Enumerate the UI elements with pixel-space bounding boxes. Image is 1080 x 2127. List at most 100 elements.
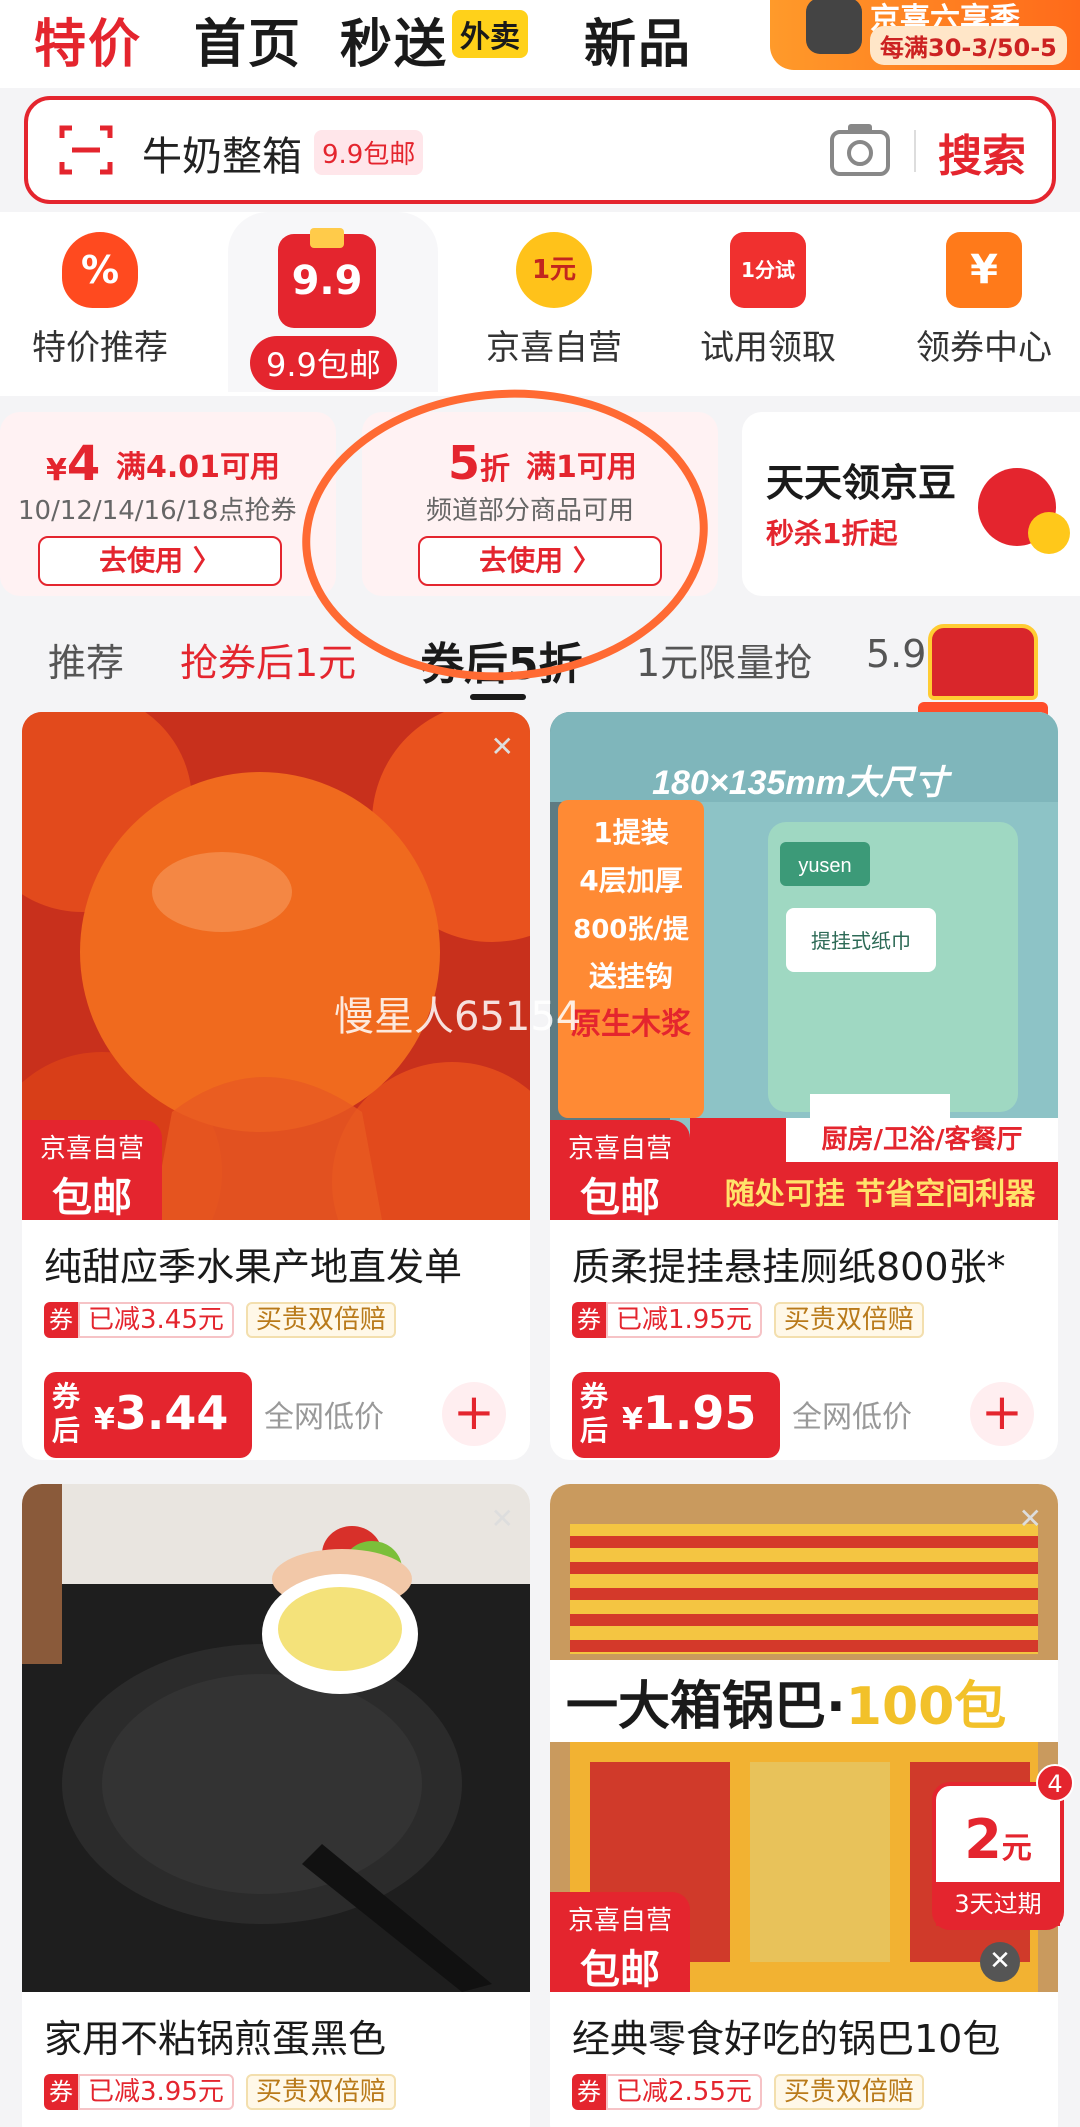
discount-tag: 已减3.45元 <box>78 1302 234 1338</box>
tab-new[interactable]: 新品 <box>584 2 692 77</box>
percent-fire-icon: % <box>62 232 138 308</box>
search-button[interactable]: 搜索 <box>938 120 1026 184</box>
product-title: 家用不粘锅煎蛋黑色 <box>44 2017 387 2061</box>
close-floating-coupon-icon[interactable]: ✕ <box>980 1942 1020 1982</box>
product-card[interactable]: ✕ 京喜自营 包邮 纯甜应季水果产地直发单 券已减3.45元 买贵双倍赔 券后 ¥… <box>22 712 530 1460</box>
category-label: 领券中心 <box>916 328 1052 368</box>
nine-nine-gift-icon[interactable]: 9.9 <box>278 228 376 328</box>
coupon-card[interactable]: ¥4 满4.01可用 10/12/14/16/18点抢券 去使用 〉 <box>0 412 336 596</box>
product-tags: 券已减2.55元 买贵双倍赔 <box>572 2074 924 2114</box>
add-to-cart-button[interactable]: + <box>970 1382 1034 1446</box>
waimai-tag: 外卖 <box>452 10 528 58</box>
price-box: 券后 ¥1.95 <box>572 1372 780 1458</box>
discount-tag: 已减2.55元 <box>606 2074 762 2110</box>
page: 特价 首页 秒送 外卖 新品 京喜六享季 每满30-3/50-5 牛奶整箱 9.… <box>0 0 1080 2127</box>
self-operated-badge: 京喜自营 包邮 <box>550 1120 690 1221</box>
close-icon[interactable]: ✕ <box>1019 1502 1042 1535</box>
category-label: 京喜自营 <box>486 328 622 368</box>
price-box: 券后 ¥3.44 <box>44 1372 252 1458</box>
floating-coupon[interactable]: 2元 3天过期 4 <box>932 1764 1074 1930</box>
promo-rule: 每满30-3/50-5 <box>870 26 1067 65</box>
promo-banner[interactable]: 京喜六享季 每满30-3/50-5 <box>770 0 1080 70</box>
product-title: 质柔提挂悬挂厕纸800张* <box>572 1245 1006 1289</box>
floating-coupon-count: 4 <box>1036 1764 1074 1802</box>
search-bar[interactable]: 牛奶整箱 9.9包邮 搜索 <box>24 96 1056 204</box>
after-coupon-label: 券后 <box>580 1380 609 1447</box>
coupon-tag-icon: 券 <box>44 1302 78 1338</box>
product-image-text: 180×135mm大尺寸 <box>652 764 953 802</box>
coupon-tag-icon: 券 <box>572 1302 606 1338</box>
lowest-price-label: 全网低价 <box>792 1400 912 1435</box>
product-image-text: 随处可挂 节省空间利器 <box>725 1177 1036 1212</box>
price-guarantee-tag: 买贵双倍赔 <box>245 2074 396 2110</box>
product-image-text: 1提装 <box>593 816 668 849</box>
close-icon[interactable]: ✕ <box>491 730 514 763</box>
lowest-price-label: 全网低价 <box>264 1400 384 1435</box>
camera-icon[interactable] <box>828 120 892 180</box>
robot-mascot-icon <box>806 0 862 54</box>
top-nav: 特价 首页 秒送 外卖 新品 京喜六享季 每满30-3/50-5 <box>0 0 1080 88</box>
self-operated-badge: 京喜自营 包邮 <box>550 1892 690 1993</box>
trial-bag-icon: 1分试 <box>730 232 806 308</box>
after-coupon-label: 券后 <box>52 1380 81 1447</box>
product-tags: 券已减3.45元 买贵双倍赔 <box>44 1302 396 1342</box>
product-tags: 券已减1.95元 买贵双倍赔 <box>572 1302 924 1342</box>
scan-icon[interactable] <box>58 122 114 178</box>
floating-coupon-expiry: 3天过期 <box>936 1882 1060 1926</box>
category-label: 试用领取 <box>700 328 836 368</box>
close-icon[interactable]: ✕ <box>491 1502 514 1535</box>
use-coupon-button[interactable]: 去使用 〉 <box>38 536 282 586</box>
price-guarantee-tag: 买贵双倍赔 <box>773 2074 924 2110</box>
jd-beans-subtitle: 秒杀1折起 <box>766 517 898 550</box>
price-guarantee-tag: 买贵双倍赔 <box>773 1302 924 1338</box>
active-tab-underline <box>470 694 526 700</box>
search-input[interactable]: 牛奶整箱 <box>142 124 302 182</box>
category-nine-nine[interactable]: 9.9包邮 <box>250 336 397 390</box>
category-coupon-center[interactable]: ¥ 领券中心 <box>884 232 1080 369</box>
product-image <box>22 1484 530 1992</box>
product-price: ¥1.95 <box>622 1386 757 1440</box>
discount-tag: 已减1.95元 <box>606 1302 762 1338</box>
treasure-box <box>928 624 1038 700</box>
product-image-text: 提挂式纸巾 <box>811 929 911 953</box>
product-image-text: 一大箱锅巴·100包 <box>566 1677 1006 1737</box>
watermark-text: 慢星人65154 <box>334 994 582 1040</box>
category-tejia-tuijian[interactable]: % 特价推荐 <box>0 232 200 369</box>
jd-beans-card[interactable]: 天天领京豆 秒杀1折起 <box>742 412 1080 596</box>
product-image-text: 厨房/卫浴/客餐厅 <box>822 1124 1023 1155</box>
product-image-text: yusen <box>798 855 851 877</box>
coupon-wallet-icon: ¥ <box>946 232 1022 308</box>
search-query-badge: 9.9包邮 <box>314 130 424 175</box>
product-image-text: 原生木浆 <box>571 1007 691 1042</box>
coupon-tag-icon: 券 <box>572 2074 606 2110</box>
one-yuan-badge-icon: 1元 <box>516 232 592 308</box>
category-label: 特价推荐 <box>32 328 168 368</box>
product-image-text: 800张/提 <box>573 915 690 945</box>
price-guarantee-tag: 买贵双倍赔 <box>245 1302 396 1338</box>
product-tags: 券已减3.95元 买贵双倍赔 <box>44 2074 396 2114</box>
filter-tab-recommend[interactable]: 推荐 <box>48 632 124 687</box>
filter-tab-one-yuan-limited[interactable]: 1元限量抢 <box>636 632 812 687</box>
search-divider <box>914 130 916 172</box>
category-bar: % 特价推荐 9.9 9.9包邮 1元 京喜自营 1分试 试用领取 ¥ 领券中心 <box>0 212 1080 396</box>
product-image-text: 4层加厚 <box>579 864 682 897</box>
coupon-amount: ¥4 <box>46 436 101 492</box>
product-title: 纯甜应季水果产地直发单 <box>44 1245 463 1289</box>
tab-tejia[interactable]: 特价 <box>34 2 142 77</box>
coupon-condition: 满4.01可用 <box>116 450 281 485</box>
self-operated-badge: 京喜自营 包邮 <box>22 1120 162 1221</box>
tab-miaosong[interactable]: 秒送 <box>340 2 448 77</box>
discount-tag: 已减3.95元 <box>78 2074 234 2110</box>
coupon-tag-icon: 券 <box>44 2074 78 2110</box>
tab-home[interactable]: 首页 <box>194 2 302 77</box>
product-image-text: 送挂钩 <box>589 960 673 993</box>
product-price: ¥3.44 <box>94 1386 229 1440</box>
product-card[interactable]: ✕ 家用不粘锅煎蛋黑色 券已减3.95元 买贵双倍赔 <box>22 1484 530 2127</box>
add-to-cart-button[interactable]: + <box>442 1382 506 1446</box>
product-card[interactable]: 180×135mm大尺寸 yusen 提挂式纸巾 1提装 4层加厚 800张/提… <box>550 712 1058 1460</box>
category-trial[interactable]: 1分试 试用领取 <box>668 232 868 369</box>
category-jingxi-ziying[interactable]: 1元 京喜自营 <box>454 232 654 369</box>
coupon-sub: 10/12/14/16/18点抢券 <box>18 496 297 526</box>
filter-tab-one-yuan-after-coupon[interactable]: 抢券后1元 <box>180 632 356 687</box>
product-title: 经典零食好吃的锅巴10包 <box>572 2017 1001 2061</box>
